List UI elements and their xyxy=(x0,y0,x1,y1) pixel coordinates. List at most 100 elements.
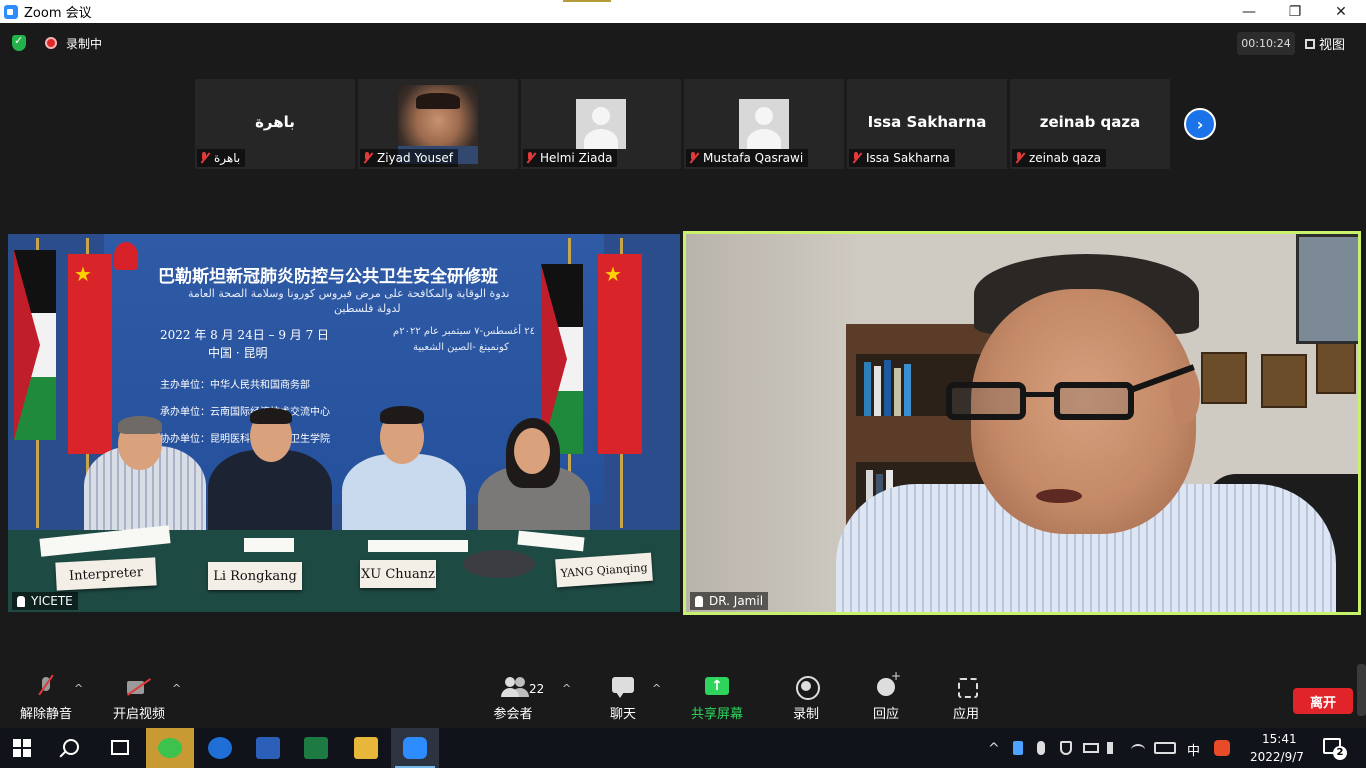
banner-co-organizer: 协办单位：昆明医科大学公共卫生学院 xyxy=(160,434,330,445)
browser-icon xyxy=(208,737,232,759)
record-icon xyxy=(792,675,820,700)
battery-icon[interactable] xyxy=(1083,743,1099,753)
participants-button[interactable]: 参会者 xyxy=(490,668,536,728)
taskbar-zoom[interactable] xyxy=(391,728,439,768)
participant-thumbnail[interactable]: باهرة باهرة xyxy=(195,79,355,169)
taskbar-wechat[interactable] xyxy=(146,728,194,768)
share-screen-button[interactable]: 共享屏幕 xyxy=(688,668,746,728)
participants-options-caret[interactable]: ^ xyxy=(562,682,571,695)
next-page-chevron-icon[interactable]: › xyxy=(1184,108,1216,140)
excel-icon xyxy=(304,737,328,759)
zoom-icon xyxy=(403,737,427,759)
participant-thumbnail[interactable]: Issa Sakharna Issa Sakharna xyxy=(847,79,1007,169)
apps-label: 应用 xyxy=(952,706,979,722)
participant-thumbnail[interactable]: Ziyad Yousef xyxy=(358,79,518,169)
participant-thumbnail[interactable]: Mustafa Qasrawi xyxy=(684,79,844,169)
video-name-label: YICETE xyxy=(12,592,78,610)
video-tile-yicete[interactable]: 巴勒斯坦新冠肺炎防控与公共卫生安全研修班 ندوة الوقاية والمكا… xyxy=(8,234,680,612)
reactions-button[interactable]: 回应 xyxy=(870,668,902,728)
paper-sheet xyxy=(244,538,294,552)
participant-name: YICETE xyxy=(31,594,73,608)
banner-city-arabic: كونمينغ -الصين الشعبية xyxy=(413,342,509,353)
leave-meeting-button[interactable]: 离开 xyxy=(1293,688,1353,714)
record-label: 录制 xyxy=(792,706,819,722)
participant-name: DR. Jamil xyxy=(709,594,764,608)
china-flag xyxy=(68,254,112,454)
muted-mic-icon xyxy=(199,152,209,164)
audio-options-caret[interactable]: ^ xyxy=(74,682,83,695)
person-head xyxy=(514,428,550,474)
chat-label: 聊天 xyxy=(609,706,636,722)
participants-icon xyxy=(499,675,527,699)
meeting-toolbar: 解除静音 ^ 开启视频 ^ 参会者 22 ^ 聊天 ^ 共享屏幕 录制 回应 应… xyxy=(0,668,1366,728)
recording-status[interactable]: 录制中 xyxy=(66,35,102,52)
unmute-button[interactable]: 解除静音 xyxy=(18,668,74,728)
keyboard-icon[interactable] xyxy=(1154,742,1176,754)
person-hair xyxy=(380,406,424,424)
person-hair xyxy=(250,408,292,424)
banner-arabic-line1: ندوة الوقاية والمكافحة على مرض فيروس كور… xyxy=(188,287,510,300)
raised-hand-icon xyxy=(17,595,25,607)
taskbar-browser[interactable] xyxy=(196,728,244,768)
taskbar-search-icon[interactable] xyxy=(63,739,79,755)
participant-name: Ziyad Yousef xyxy=(377,151,453,165)
usb-device-icon[interactable] xyxy=(1013,741,1023,755)
start-video-label: 开启视频 xyxy=(112,706,165,722)
task-view-icon[interactable] xyxy=(111,740,129,755)
windows-taskbar: ^ 中 15:41 2022/9/7 2 xyxy=(0,728,1366,768)
windows-start-icon[interactable] xyxy=(13,739,31,757)
share-screen-icon xyxy=(703,675,731,699)
start-video-button[interactable]: 开启视频 xyxy=(110,668,168,728)
book xyxy=(884,360,891,416)
participants-label: 参会者 xyxy=(493,706,533,722)
minimize-button[interactable]: — xyxy=(1226,0,1272,23)
tray-overflow-chevron-icon[interactable]: ^ xyxy=(988,741,1000,757)
side-scroll-handle[interactable] xyxy=(1357,664,1366,716)
participant-thumbnail[interactable]: zeinab qaza zeinab qaza xyxy=(1010,79,1170,169)
participant-name: zeinab qaza xyxy=(1029,151,1102,165)
wall-plaque xyxy=(1261,354,1307,408)
participant-name: Issa Sakharna xyxy=(866,151,950,165)
taskbar-excel[interactable] xyxy=(292,728,340,768)
participant-name-label: zeinab qaza xyxy=(1012,149,1107,167)
clock-time[interactable]: 15:41 xyxy=(1262,732,1297,746)
sogou-input-icon[interactable] xyxy=(1214,740,1230,756)
maximize-button[interactable]: ❐ xyxy=(1272,0,1318,23)
participant-thumbnail[interactable]: Helmi Ziada xyxy=(521,79,681,169)
taskbar-word[interactable] xyxy=(244,728,292,768)
microphone-icon[interactable] xyxy=(1037,741,1045,755)
participant-name-label: Helmi Ziada xyxy=(523,149,618,167)
clock-date[interactable]: 2022/9/7 xyxy=(1250,750,1304,764)
participant-name-label: Mustafa Qasrawi xyxy=(686,149,809,167)
record-button[interactable]: 录制 xyxy=(790,668,822,728)
defender-shield-icon[interactable] xyxy=(1060,741,1072,755)
view-button[interactable]: 视图 xyxy=(1305,32,1345,55)
apps-button[interactable]: 应用 xyxy=(950,668,982,728)
red-cross-logo xyxy=(114,242,138,270)
default-avatar-icon xyxy=(576,99,626,149)
video-tile-dr-jamil[interactable]: DR. Jamil xyxy=(683,231,1361,615)
title-accent-line xyxy=(563,0,611,2)
nameplate: Li Rongkang xyxy=(208,562,302,590)
chat-bubble-icon xyxy=(609,675,637,699)
security-shield-icon[interactable] xyxy=(12,34,26,51)
chat-options-caret[interactable]: ^ xyxy=(652,682,661,695)
chat-button[interactable]: 聊天 xyxy=(606,668,640,728)
participant-name-label: Issa Sakharna xyxy=(849,149,955,167)
video-off-icon xyxy=(125,675,153,699)
recording-dot-icon[interactable] xyxy=(45,37,57,49)
banner-undertaker: 承办单位：云南国际经济技术交流中心 xyxy=(160,407,330,418)
muted-mic-icon xyxy=(362,152,372,164)
speaker-muted-icon[interactable] xyxy=(1107,742,1119,754)
participant-name: Mustafa Qasrawi xyxy=(703,151,804,165)
taskbar-file-explorer[interactable] xyxy=(342,728,390,768)
participant-name-label: باهرة xyxy=(197,149,246,167)
video-options-caret[interactable]: ^ xyxy=(172,682,181,695)
ime-language[interactable]: 中 xyxy=(1187,740,1200,759)
participant-name: Helmi Ziada xyxy=(540,151,613,165)
network-icon[interactable] xyxy=(1131,744,1145,756)
close-window-button[interactable]: ✕ xyxy=(1318,0,1364,23)
banner-organizer: 主办单位：中华人民共和国商务部 xyxy=(160,380,310,391)
banner-date-arabic: ٢٤ أغسطس-٧ سبتمبر عام ٢٠٢٢م xyxy=(393,326,535,337)
participant-name-label: Ziyad Yousef xyxy=(360,149,458,167)
